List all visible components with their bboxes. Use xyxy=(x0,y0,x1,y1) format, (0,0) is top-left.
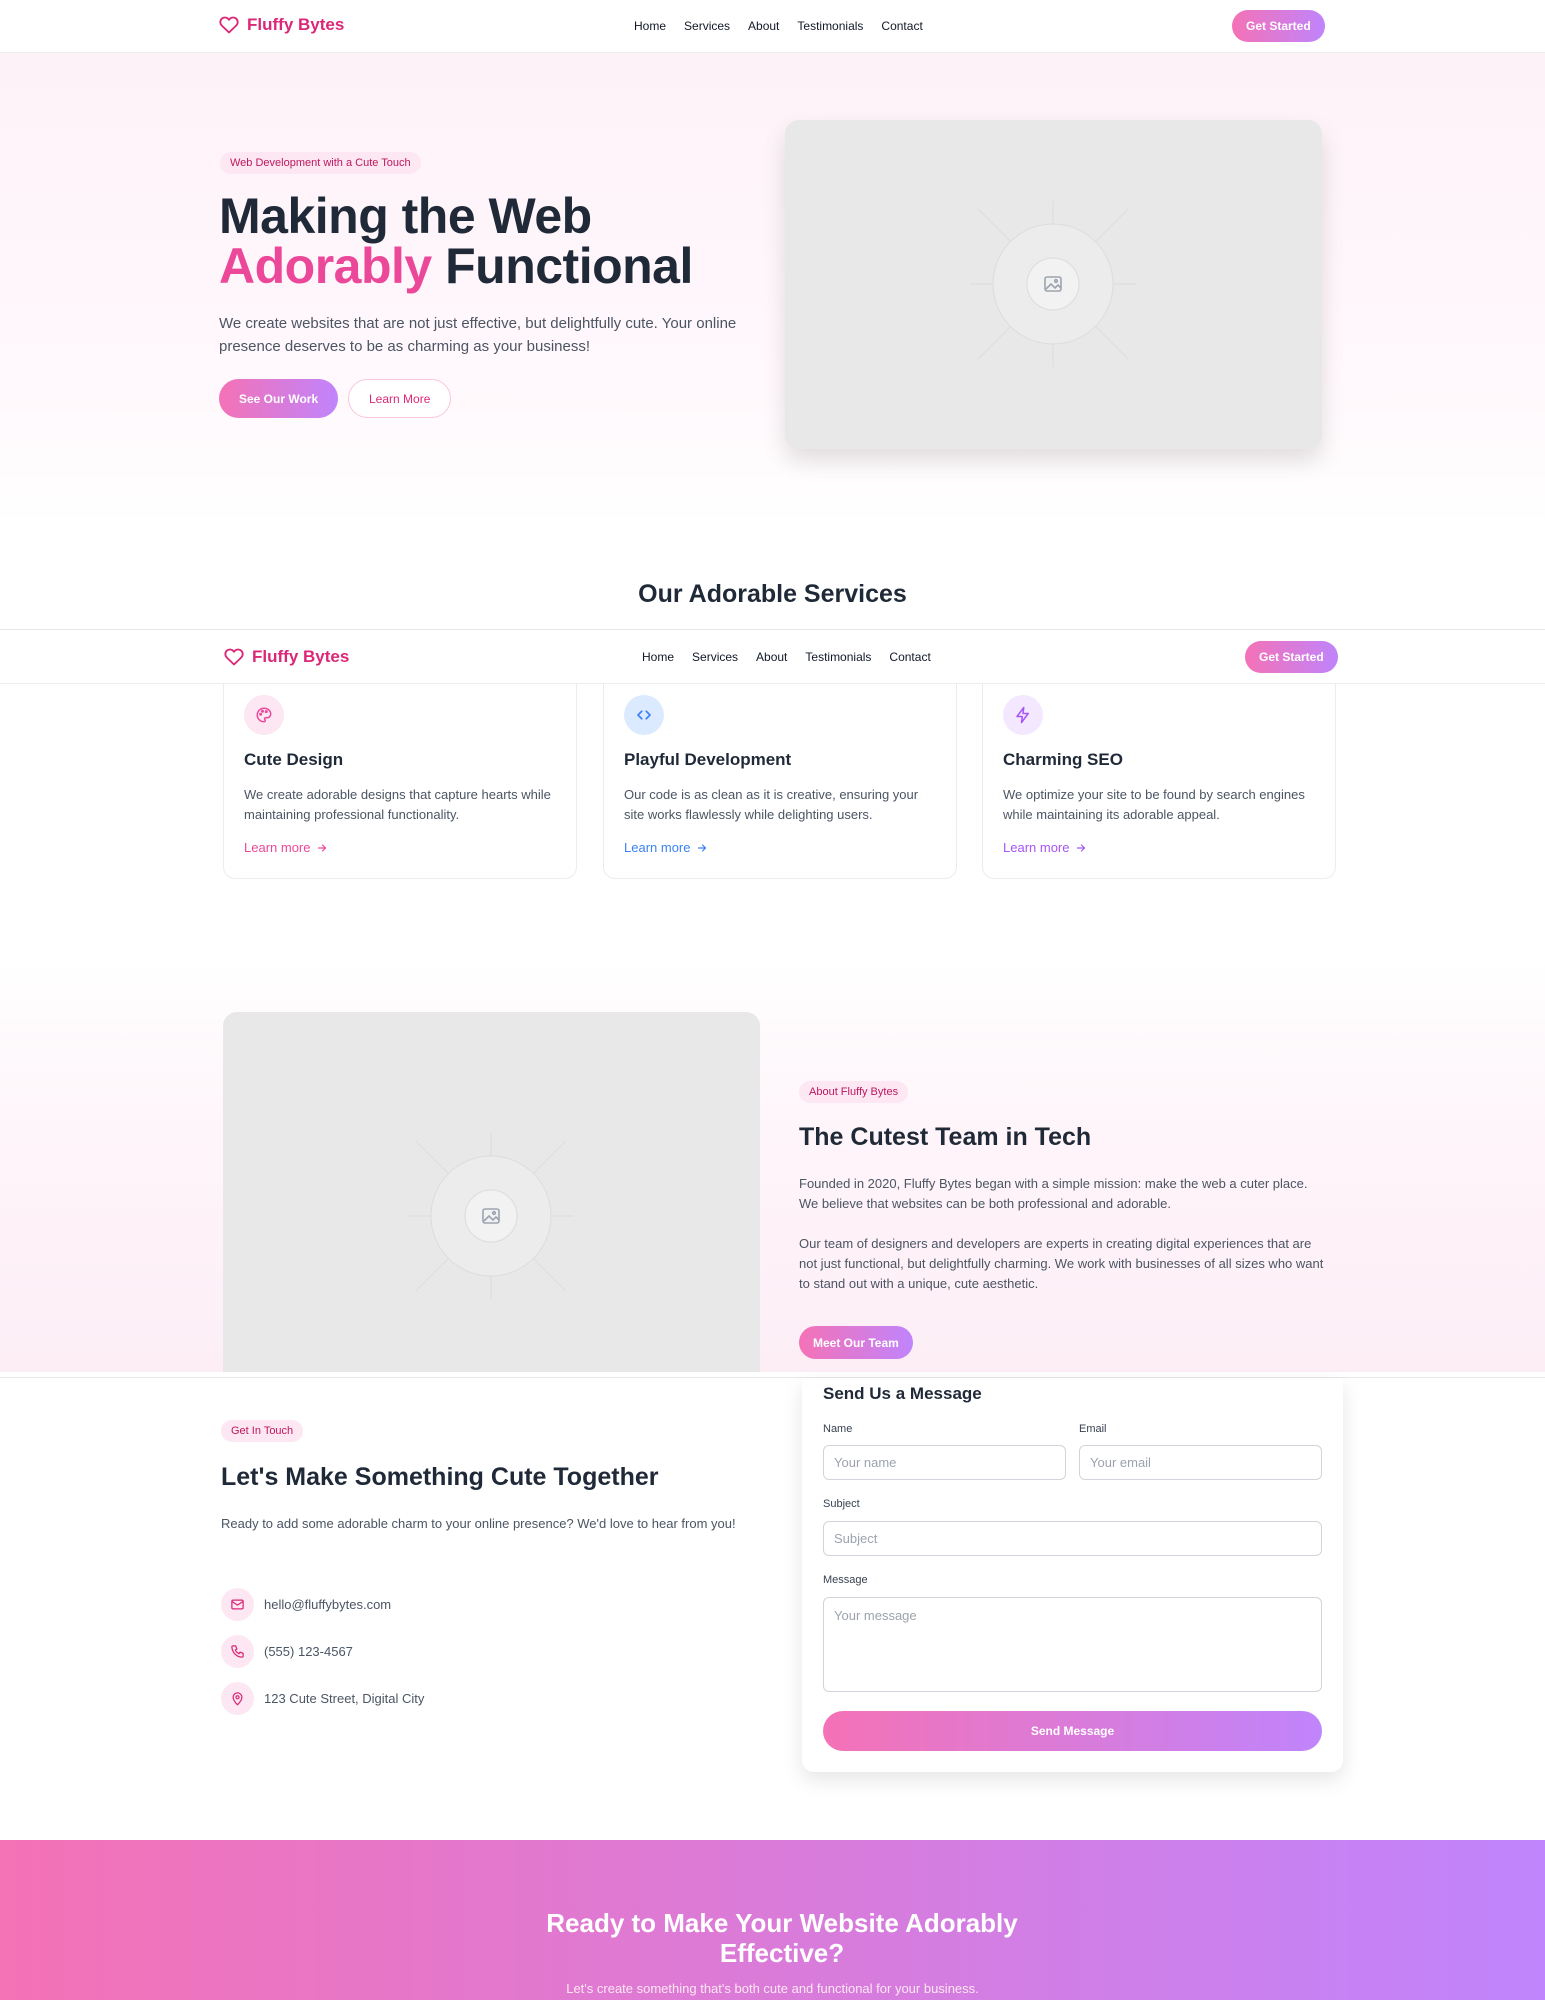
contact-icon-wrap xyxy=(221,1588,254,1621)
message-textarea[interactable]: Your message xyxy=(823,1597,1322,1692)
nav-links: Home Services About Testimonials Contact xyxy=(634,19,923,33)
nav-link-contact[interactable]: Contact xyxy=(881,19,922,33)
hero-title-accent: Adorably xyxy=(219,238,432,294)
hero-title: Making the Web Adorably Functional xyxy=(219,191,779,291)
contact-address: 123 Cute Street, Digital City xyxy=(264,1691,425,1706)
get-started-button[interactable]: Get Started xyxy=(1245,641,1338,673)
palette-icon xyxy=(256,707,272,723)
email-label: Email xyxy=(1079,1423,1107,1435)
learn-more-label: Learn more xyxy=(244,840,311,855)
hero-title-line1: Making the Web xyxy=(219,188,592,244)
about-badge: About Fluffy Bytes xyxy=(799,1081,909,1103)
code-icon xyxy=(637,710,651,720)
service-title: Playful Development xyxy=(624,750,792,769)
contact-intro: Ready to add some adorable charm to your… xyxy=(221,1516,736,1531)
brand-logo[interactable]: Fluffy Bytes xyxy=(219,15,344,35)
cta-band: Ready to Make Your Website Adorably Effe… xyxy=(0,1840,1545,2000)
contact-phone-item: (555) 123-4567 xyxy=(221,1635,353,1668)
service-icon-wrap xyxy=(244,695,284,735)
image-placeholder-graphic xyxy=(408,1133,574,1299)
see-our-work-button[interactable]: See Our Work xyxy=(219,379,339,418)
about-paragraph-2: Our team of designers and developers are… xyxy=(799,1236,1324,1291)
cta-band-title: Ready to Make Your Website Adorably Effe… xyxy=(546,1908,1018,1968)
services-title: Our Adorable Services xyxy=(638,580,907,608)
service-learn-more-link[interactable]: Learn more xyxy=(244,840,328,855)
about-section: About Fluffy Bytes The Cutest Team in Te… xyxy=(0,960,1545,1372)
about-title: The Cutest Team in Tech xyxy=(799,1123,1092,1151)
learn-more-label: Learn more xyxy=(624,840,691,855)
nav-link-about[interactable]: About xyxy=(748,19,779,33)
brand-logo-sticky[interactable]: Fluffy Bytes xyxy=(224,647,349,667)
contact-icon-wrap xyxy=(221,1635,254,1668)
service-icon-wrap xyxy=(624,695,664,735)
nav-link-testimonials[interactable]: Testimonials xyxy=(797,19,863,33)
about-paragraph-1: Founded in 2020, Fluffy Bytes began with… xyxy=(799,1176,1308,1211)
brand-name: Fluffy Bytes xyxy=(252,647,350,666)
learn-more-label: Learn more xyxy=(1003,840,1070,855)
learn-more-button[interactable]: Learn More xyxy=(348,379,452,418)
hero-lead: We create websites that are not just eff… xyxy=(219,315,737,355)
sticky-navbar: Fluffy Bytes Home Services About Testimo… xyxy=(0,629,1545,684)
subject-input[interactable]: Subject xyxy=(823,1521,1322,1556)
heart-icon xyxy=(219,16,239,34)
service-card-development: Playful Development Our code is as clean… xyxy=(603,684,957,879)
nav-link-contact[interactable]: Contact xyxy=(889,650,930,664)
service-description: We create adorable designs that capture … xyxy=(244,787,551,822)
lightning-icon xyxy=(1016,706,1029,724)
service-card-seo: Charming SEO We optimize your site to be… xyxy=(982,684,1336,879)
brand-name: Fluffy Bytes xyxy=(247,15,345,34)
map-pin-icon xyxy=(232,1692,243,1706)
service-card-design: Cute Design We create adorable designs t… xyxy=(223,684,577,879)
contact-address-item: 123 Cute Street, Digital City xyxy=(221,1682,424,1715)
meet-our-team-button[interactable]: Meet Our Team xyxy=(799,1326,913,1359)
arrow-right-icon xyxy=(698,843,707,852)
top-navbar: Fluffy Bytes Home Services About Testimo… xyxy=(0,0,1545,53)
contact-title: Let's Make Something Cute Together xyxy=(221,1463,659,1491)
contact-icon-wrap xyxy=(221,1682,254,1715)
contact-badge: Get In Touch xyxy=(221,1420,304,1442)
name-label: Name xyxy=(823,1423,853,1435)
nav-link-testimonials[interactable]: Testimonials xyxy=(805,650,871,664)
hero-image-placeholder xyxy=(785,120,1322,449)
email-input[interactable]: Your email xyxy=(1079,1445,1322,1480)
message-label: Message xyxy=(823,1574,868,1586)
nav-link-services[interactable]: Services xyxy=(692,650,738,664)
hero-badge: Web Development with a Cute Touch xyxy=(220,152,421,174)
name-input[interactable]: Your name xyxy=(823,1445,1066,1480)
cta-band-subtitle: Let's create something that's both cute … xyxy=(566,1981,979,1996)
hero-section: Web Development with a Cute Touch Making… xyxy=(0,53,1545,525)
hero-title-rest: Functional xyxy=(445,238,693,294)
nav-link-services[interactable]: Services xyxy=(684,19,730,33)
service-description: We optimize your site to be found by sea… xyxy=(1003,787,1305,822)
contact-email[interactable]: hello@fluffybytes.com xyxy=(264,1597,391,1612)
nav-link-about[interactable]: About xyxy=(756,650,787,664)
service-learn-more-link[interactable]: Learn more xyxy=(624,840,708,855)
get-started-button[interactable]: Get Started xyxy=(1232,10,1325,42)
contact-form: Send Us a Message Name Your name Email Y… xyxy=(802,1378,1343,1772)
contact-phone[interactable]: (555) 123-4567 xyxy=(264,1644,353,1659)
nav-link-home[interactable]: Home xyxy=(642,650,674,664)
contact-email-item: hello@fluffybytes.com xyxy=(221,1588,391,1621)
arrow-right-icon xyxy=(318,843,327,852)
service-icon-wrap xyxy=(1003,695,1043,735)
subject-label: Subject xyxy=(823,1498,860,1510)
form-title: Send Us a Message xyxy=(823,1384,982,1403)
image-placeholder-graphic xyxy=(970,201,1136,367)
about-image-placeholder xyxy=(223,1012,760,1372)
phone-icon xyxy=(231,1645,244,1658)
service-description: Our code is as clean as it is creative, … xyxy=(624,787,919,822)
service-title: Charming SEO xyxy=(1003,750,1123,769)
mail-icon xyxy=(231,1599,244,1610)
service-learn-more-link[interactable]: Learn more xyxy=(1003,840,1087,855)
arrow-right-icon xyxy=(1077,843,1086,852)
heart-icon xyxy=(224,648,244,666)
nav-links: Home Services About Testimonials Contact xyxy=(642,650,931,664)
send-message-button[interactable]: Send Message xyxy=(823,1711,1322,1751)
service-title: Cute Design xyxy=(244,750,344,769)
nav-link-home[interactable]: Home xyxy=(634,19,666,33)
